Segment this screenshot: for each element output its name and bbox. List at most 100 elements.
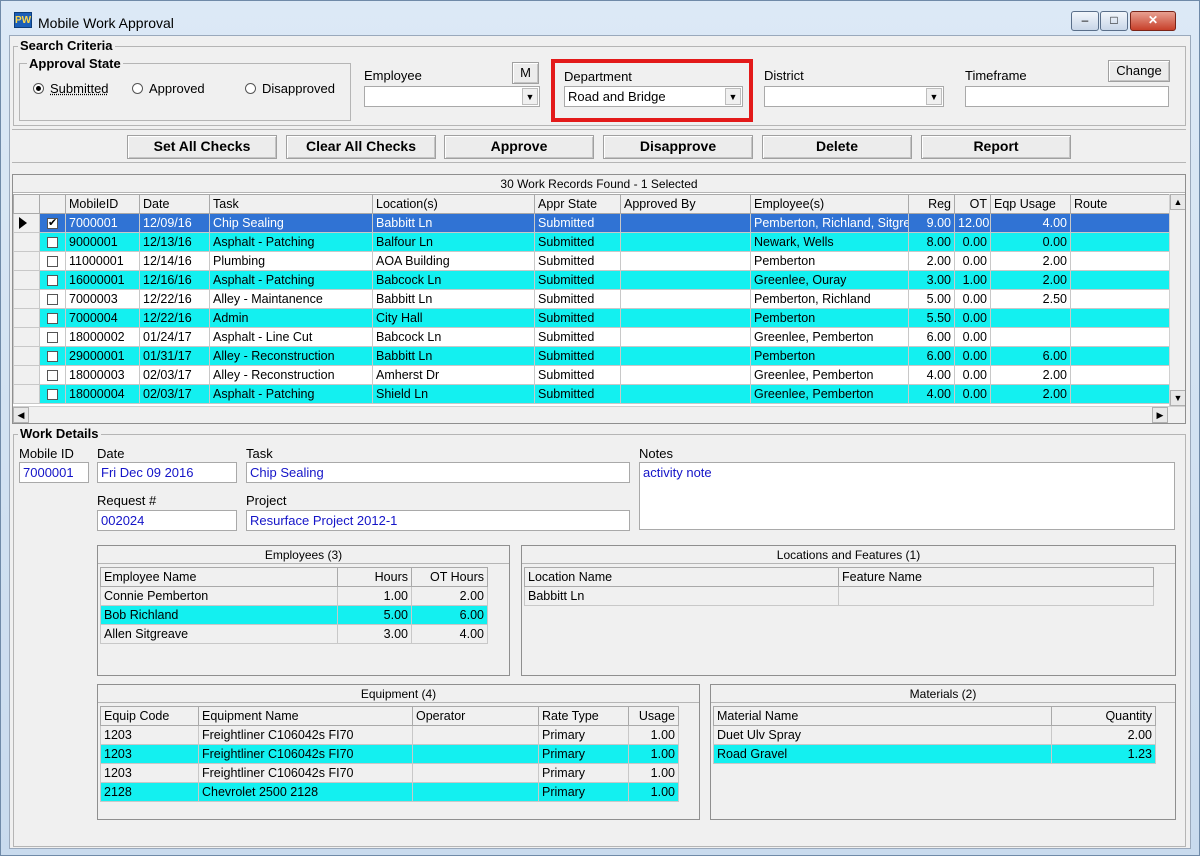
scroll-down-icon[interactable]: ▼ — [1170, 390, 1185, 406]
minimize-button[interactable]: – — [1071, 11, 1099, 31]
row-checkbox[interactable] — [47, 370, 58, 382]
row-header[interactable] — [13, 251, 40, 271]
timeframe-change-button[interactable]: Change — [1108, 60, 1170, 82]
project-field[interactable]: Resurface Project 2012-1 — [246, 510, 630, 531]
table-row[interactable]: 7000003 12/22/16 Alley - Maintanence Babbit… — [13, 289, 1171, 309]
table-row[interactable]: 16000001 12/16/16 Asphalt - Patching Babcoc… — [13, 270, 1171, 290]
col-eqp-usage[interactable]: Eqp Usage — [990, 194, 1071, 214]
col-rate-type[interactable]: Rate Type — [538, 706, 629, 726]
date-field[interactable]: Fri Dec 09 2016 — [97, 462, 237, 483]
table-row[interactable]: 18000002 01/24/17 Asphalt - Line Cut Babcoc… — [13, 327, 1171, 347]
records-horizontal-scrollbar[interactable]: ◀ ▶ — [13, 406, 1185, 423]
table-row[interactable]: 9000001 12/13/16 Asphalt - Patching Balfour… — [13, 232, 1171, 252]
row-checkbox[interactable] — [47, 313, 58, 325]
chevron-down-icon[interactable]: ▼ — [522, 88, 538, 105]
employee-multi-button[interactable]: M — [512, 62, 539, 84]
table-row[interactable]: Bob Richland 5.00 6.00 — [100, 605, 488, 625]
maximize-button[interactable]: □ — [1100, 11, 1128, 31]
check-cell[interactable] — [39, 308, 66, 328]
table-row[interactable]: 18000004 02/03/17 Asphalt - Patching Shield… — [13, 384, 1171, 404]
table-row[interactable]: Connie Pemberton 1.00 2.00 — [100, 586, 488, 606]
col-material-name[interactable]: Material Name — [713, 706, 1052, 726]
check-cell[interactable] — [39, 384, 66, 404]
col-operator[interactable]: Operator — [412, 706, 539, 726]
table-row[interactable]: Road Gravel 1.23 — [713, 744, 1156, 764]
radio-approved[interactable]: Approved — [132, 81, 205, 96]
col-feature-name[interactable]: Feature Name — [838, 567, 1154, 587]
row-checkbox[interactable] — [47, 351, 58, 363]
table-row[interactable]: 18000003 02/03/17 Alley - Reconstruction Am… — [13, 365, 1171, 385]
timeframe-field[interactable] — [965, 86, 1169, 107]
records-vertical-scrollbar[interactable]: ▲ ▼ — [1169, 194, 1185, 406]
check-cell[interactable] — [39, 213, 66, 233]
row-checkbox[interactable] — [47, 294, 58, 306]
scroll-right-icon[interactable]: ▶ — [1152, 407, 1168, 423]
col-equip-code[interactable]: Equip Code — [100, 706, 199, 726]
radio-disapproved-dot[interactable] — [245, 83, 256, 94]
approve-button[interactable]: Approve — [444, 135, 594, 159]
col-location-name[interactable]: Location Name — [524, 567, 839, 587]
col-employees[interactable]: Employee(s) — [750, 194, 909, 214]
col-locations[interactable]: Location(s) — [372, 194, 535, 214]
title-bar[interactable]: PW Mobile Work Approval – □ ✕ — [1, 1, 1199, 35]
chevron-down-icon[interactable]: ▼ — [926, 88, 942, 105]
col-hours[interactable]: Hours — [337, 567, 412, 587]
chevron-down-icon[interactable]: ▼ — [725, 88, 741, 105]
task-field[interactable]: Chip Sealing — [246, 462, 630, 483]
radio-disapproved[interactable]: Disapproved — [245, 81, 335, 96]
col-usage[interactable]: Usage — [628, 706, 679, 726]
row-checkbox[interactable] — [47, 216, 58, 230]
col-ot[interactable]: OT — [954, 194, 991, 214]
close-button[interactable]: ✕ — [1130, 11, 1176, 31]
table-row[interactable]: 7000004 12/22/16 Admin City Hall Submitted Pe… — [13, 308, 1171, 328]
col-date[interactable]: Date — [139, 194, 210, 214]
department-combo[interactable]: Road and Bridge ▼ — [564, 86, 743, 107]
col-equipment-name[interactable]: Equipment Name — [198, 706, 413, 726]
check-column-header[interactable] — [39, 194, 66, 214]
row-header[interactable] — [13, 270, 40, 290]
col-quantity[interactable]: Quantity — [1051, 706, 1156, 726]
col-mobileid[interactable]: MobileID — [65, 194, 140, 214]
table-row[interactable]: 11000001 12/14/16 Plumbing AOA Building Subm… — [13, 251, 1171, 271]
check-cell[interactable] — [39, 289, 66, 309]
check-cell[interactable] — [39, 232, 66, 252]
check-cell[interactable] — [39, 346, 66, 366]
row-header[interactable] — [13, 308, 40, 328]
row-header[interactable] — [13, 289, 40, 309]
col-reg[interactable]: Reg — [908, 194, 955, 214]
disapprove-button[interactable]: Disapprove — [603, 135, 753, 159]
mobile-id-field[interactable]: 7000001 — [19, 462, 89, 483]
table-row[interactable]: 1203 Freightliner C106042s FI70 Primary 1.0… — [100, 763, 679, 783]
col-employee-name[interactable]: Employee Name — [100, 567, 338, 587]
col-task[interactable]: Task — [209, 194, 373, 214]
table-row[interactable]: 29000001 01/31/17 Alley - Reconstruction Ba… — [13, 346, 1171, 366]
table-row[interactable]: 2128 Chevrolet 2500 2128 Primary 1.00 — [100, 782, 679, 802]
scroll-up-icon[interactable]: ▲ — [1170, 194, 1185, 210]
row-header[interactable] — [13, 213, 40, 233]
set-all-checks-button[interactable]: Set All Checks — [127, 135, 277, 159]
row-checkbox[interactable] — [47, 237, 58, 249]
row-header[interactable] — [13, 327, 40, 347]
scroll-left-icon[interactable]: ◀ — [13, 407, 29, 423]
col-route[interactable]: Route — [1070, 194, 1171, 214]
row-checkbox[interactable] — [47, 256, 58, 268]
table-row[interactable]: Allen Sitgreave 3.00 4.00 — [100, 624, 488, 644]
table-row[interactable]: 1203 Freightliner C106042s FI70 Primary 1.0… — [100, 744, 679, 764]
row-header[interactable] — [13, 232, 40, 252]
row-checkbox[interactable] — [47, 275, 58, 287]
row-checkbox[interactable] — [47, 332, 58, 344]
radio-submitted-dot[interactable] — [33, 83, 44, 94]
report-button[interactable]: Report — [921, 135, 1071, 159]
row-header[interactable] — [13, 365, 40, 385]
notes-field[interactable]: activity note — [639, 462, 1175, 530]
row-checkbox[interactable] — [47, 389, 58, 401]
row-header[interactable] — [13, 384, 40, 404]
check-cell[interactable] — [39, 327, 66, 347]
district-combo[interactable]: ▼ — [764, 86, 944, 107]
col-approved-by[interactable]: Approved By — [620, 194, 751, 214]
table-row[interactable]: Babbitt Ln — [524, 586, 1154, 606]
check-cell[interactable] — [39, 270, 66, 290]
table-row[interactable]: Duet Ulv Spray 2.00 — [713, 725, 1156, 745]
radio-submitted[interactable]: Submitted — [33, 81, 109, 96]
request-field[interactable]: 002024 — [97, 510, 237, 531]
